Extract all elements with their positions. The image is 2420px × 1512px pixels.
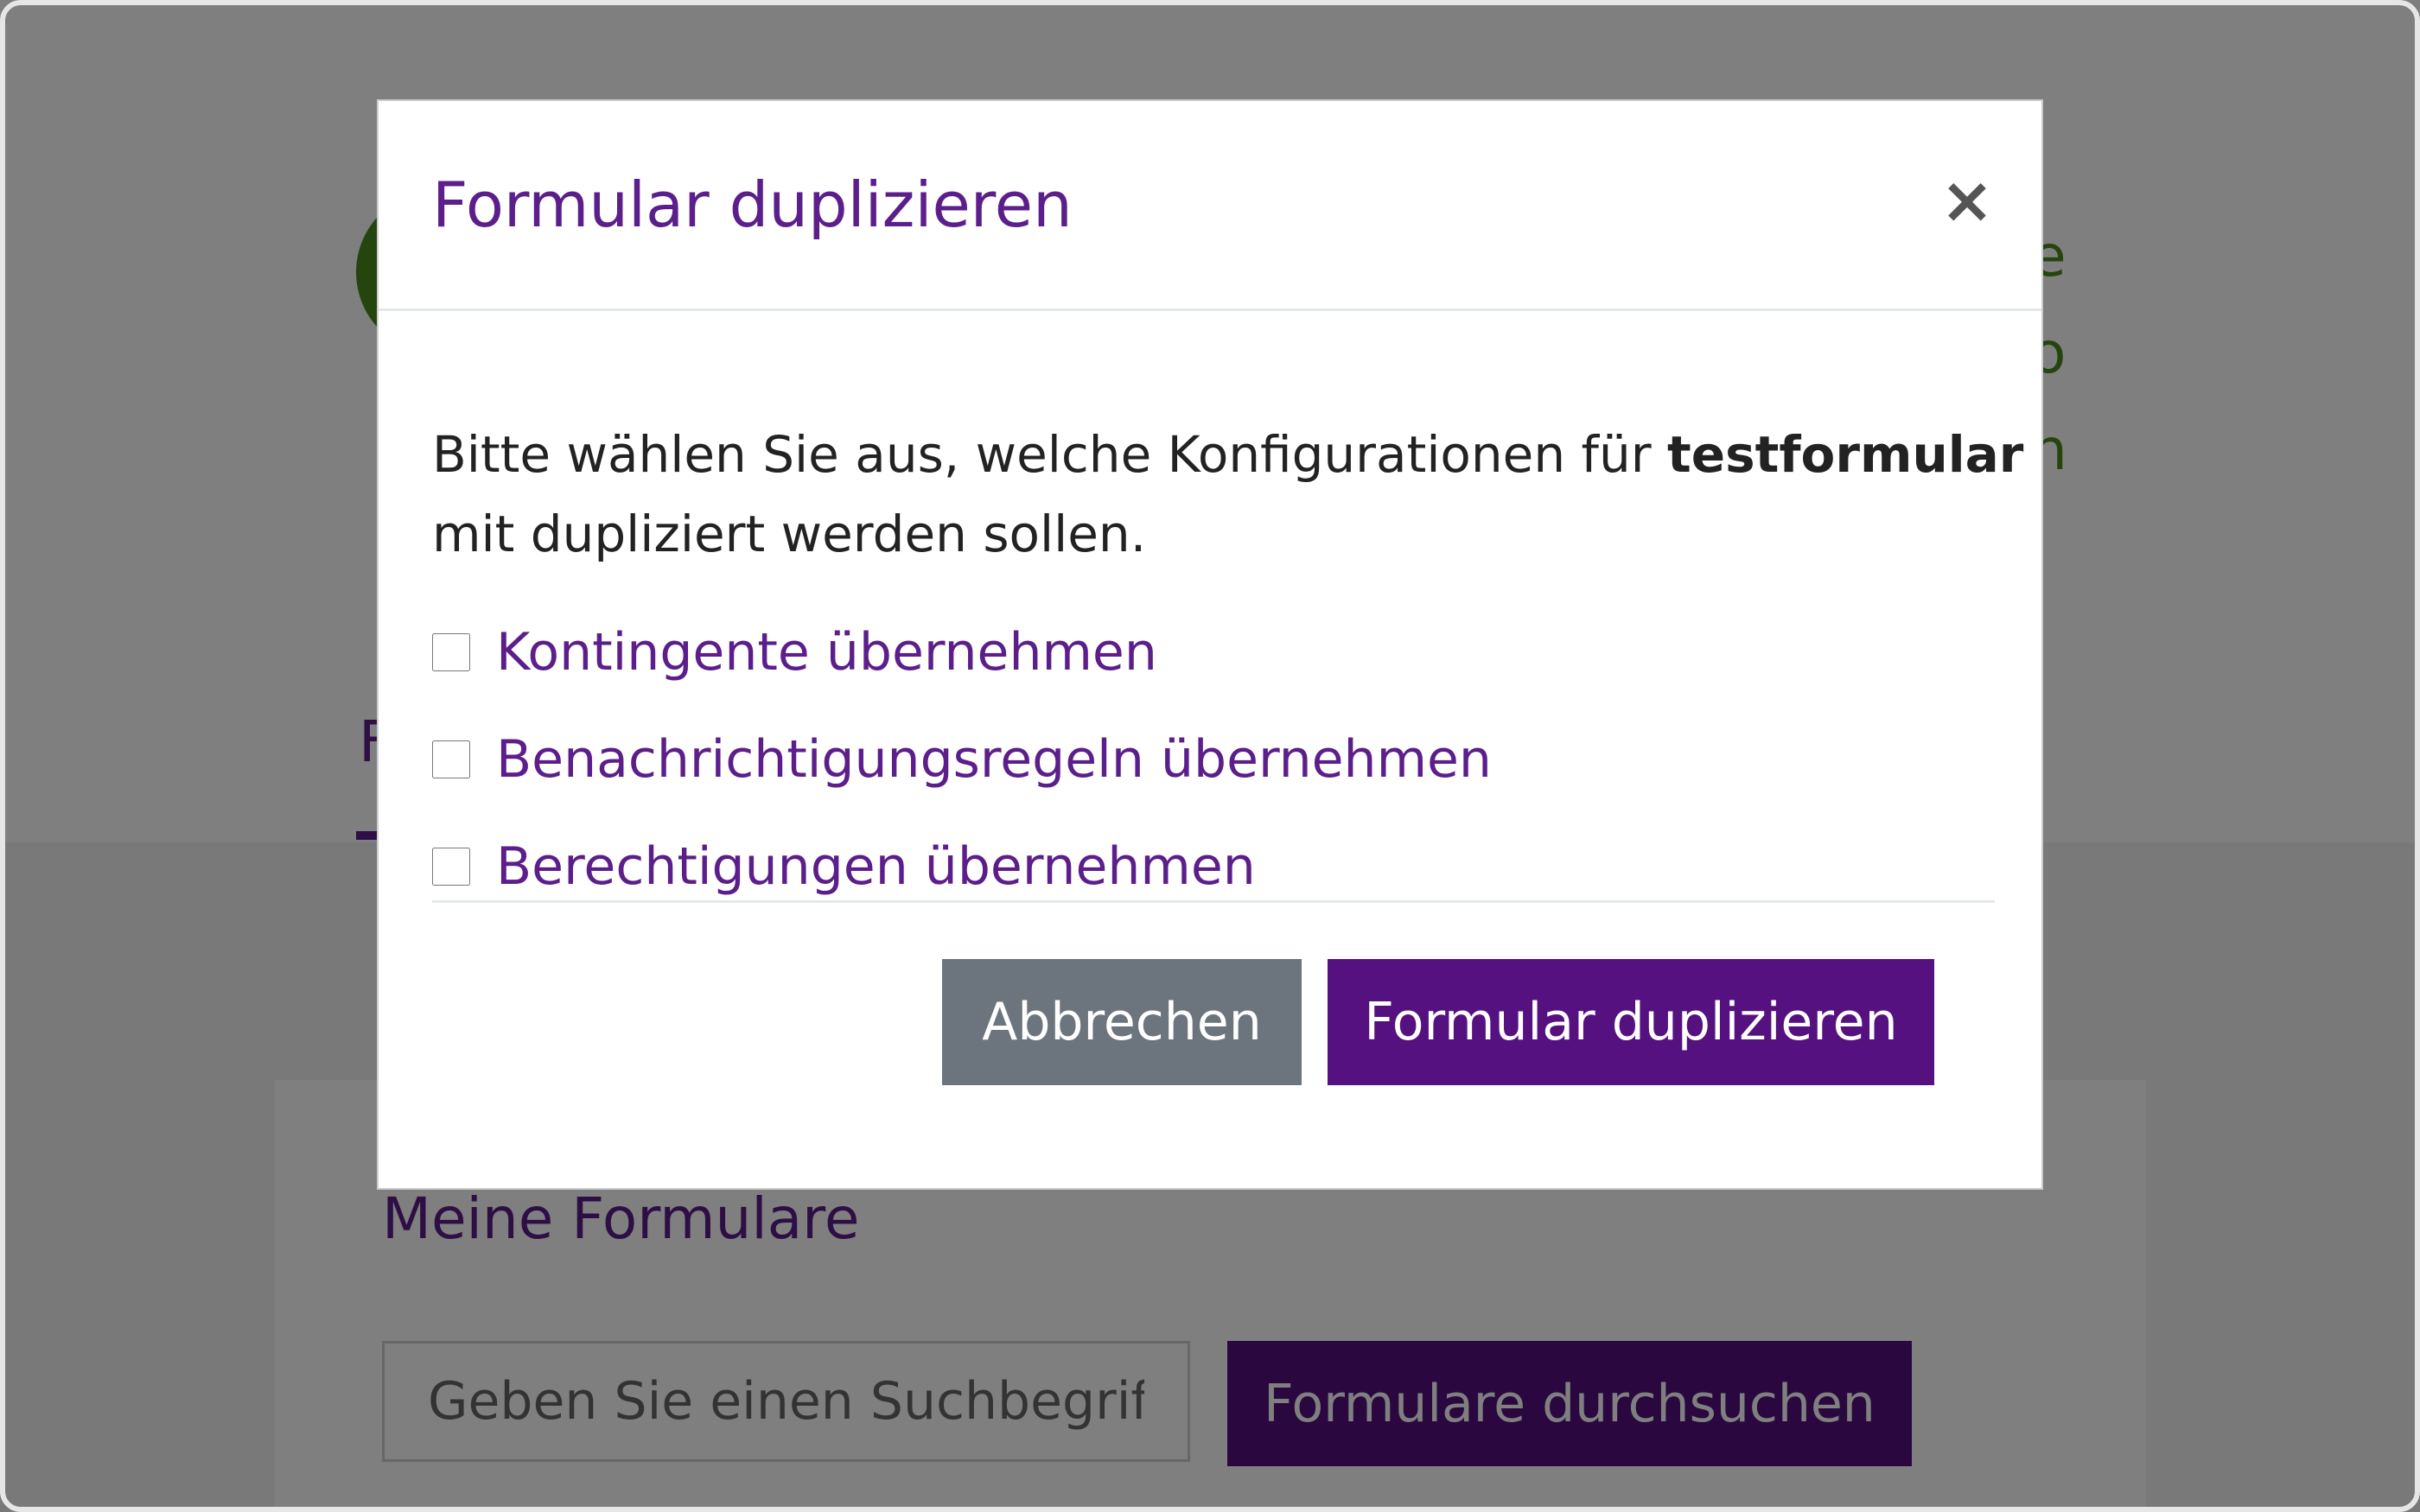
close-icon[interactable]: × [1933,166,2002,235]
quotas-checkbox[interactable] [432,633,470,671]
intro-text: Bitte wählen Sie aus, welche Konfigurati… [432,425,1668,484]
dialog-header: Formular duplizieren × [379,101,2041,311]
dialog-divider [432,900,1995,903]
duplicate-form-button[interactable]: Formular duplizieren [1328,959,1934,1085]
option-notification-rules[interactable]: Benachrichtigungsregeln übernehmen [432,725,1492,794]
cancel-button[interactable]: Abbrechen [942,959,1302,1085]
dialog-title: Formular duplizieren [432,168,1073,241]
notification-rules-checkbox[interactable] [432,740,470,778]
option-quotas[interactable]: Kontingente übernehmen [432,618,1157,687]
page: e o n F Meine Formulare Formulare durchs… [0,0,2420,1512]
duplicate-form-dialog: Formular duplizieren × Bitte wählen Sie … [377,99,2043,1190]
option-label: Berechtigungen übernehmen [496,836,1256,897]
option-label: Kontingente übernehmen [496,622,1157,683]
dialog-intro-line: Bitte wählen Sie aus, welche Konfigurati… [432,425,2023,484]
intro-text: mit dupliziert werden sollen. [432,505,1147,563]
form-name: testformular [1667,425,2024,484]
option-label: Benachrichtigungsregeln übernehmen [496,729,1492,790]
option-permissions[interactable]: Berechtigungen übernehmen [432,832,1256,901]
permissions-checkbox[interactable] [432,848,470,886]
